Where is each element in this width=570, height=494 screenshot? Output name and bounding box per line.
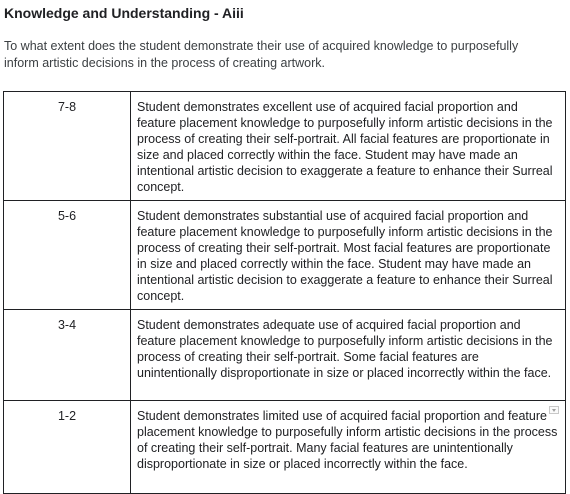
score-range: 5-6 bbox=[3, 200, 131, 310]
score-range: 7-8 bbox=[3, 91, 131, 201]
question-text: To what extent does the student demonstr… bbox=[4, 39, 519, 70]
criterion-description: Student demonstrates limited use of acqu… bbox=[137, 409, 558, 471]
rubric-row: 3-4 Student demonstrates adequate use of… bbox=[3, 309, 566, 401]
criterion-description: Student demonstrates excellent use of ac… bbox=[130, 91, 566, 201]
score-range: 1-2 bbox=[3, 400, 131, 494]
criterion-cell: Student demonstrates limited use of acqu… bbox=[130, 400, 566, 494]
rubric-row: 5-6 Student demonstrates substantial use… bbox=[3, 200, 566, 310]
cell-dropdown-icon[interactable] bbox=[549, 406, 559, 414]
section-heading: Knowledge and Understanding - Aiii bbox=[4, 5, 244, 21]
score-range: 3-4 bbox=[3, 309, 131, 401]
rubric-table: 7-8 Student demonstrates excellent use o… bbox=[3, 91, 566, 494]
criterion-description: Student demonstrates substantial use of … bbox=[130, 200, 566, 310]
criterion-description: Student demonstrates adequate use of acq… bbox=[130, 309, 566, 401]
rubric-row: 1-2 Student demonstrates limited use of … bbox=[3, 400, 566, 494]
rubric-row: 7-8 Student demonstrates excellent use o… bbox=[3, 91, 566, 201]
